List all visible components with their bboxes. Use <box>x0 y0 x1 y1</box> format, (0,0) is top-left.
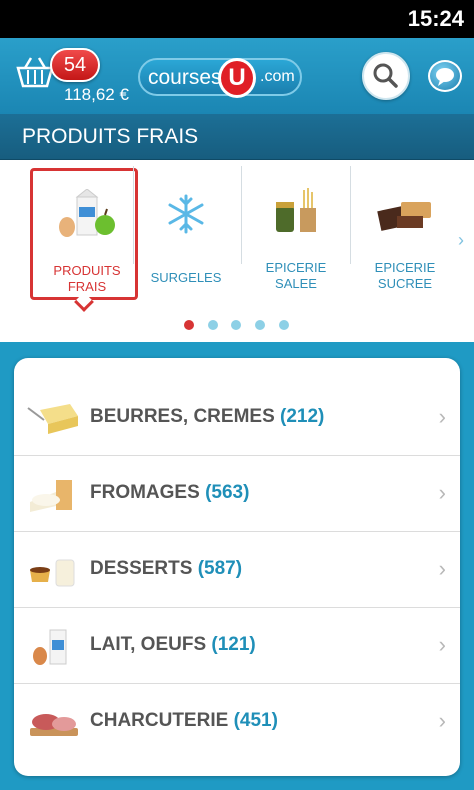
page-dot[interactable] <box>208 320 218 330</box>
page-dot[interactable] <box>184 320 194 330</box>
category-list: BEURRES, CREMES (212) › FROMAGES (563) ›… <box>14 358 460 776</box>
item-name: CHARCUTERIE <box>90 710 229 731</box>
item-name: FROMAGES <box>90 482 200 503</box>
chevron-right-icon: › <box>438 480 446 505</box>
active-indicator <box>74 292 94 312</box>
item-name: LAIT, OEUFS <box>90 634 207 655</box>
carousel-item-label: FRAIS <box>67 279 107 294</box>
item-count: (121) <box>211 634 256 655</box>
page-dot[interactable] <box>231 320 241 330</box>
pasta-jar-icon <box>264 186 328 242</box>
dessert-icon <box>26 548 82 592</box>
logo-u-icon: U <box>218 58 256 98</box>
chat-button[interactable] <box>428 60 462 92</box>
logo-text: courses <box>148 66 222 89</box>
list-item-desserts[interactable]: DESSERTS (587) › <box>14 532 460 608</box>
app-logo: courses U .com <box>138 58 302 98</box>
milk-eggs-icon <box>26 624 82 668</box>
category-carousel[interactable]: PRODUITS FRAIS SURGELES EPICERIE SALEE E… <box>0 160 474 342</box>
chevron-right-icon: › <box>438 556 446 581</box>
page-dot[interactable] <box>279 320 289 330</box>
chat-bubble-icon <box>436 68 454 86</box>
carousel-item-epicerie-salee[interactable]: EPICERIE SALEE <box>242 168 350 300</box>
chevron-right-icon: › <box>438 708 446 733</box>
cart-count-badge[interactable]: 54 <box>50 48 100 82</box>
carousel-item-label: SURGELES <box>150 270 222 285</box>
basket-icon[interactable] <box>16 56 54 90</box>
butter-icon <box>26 396 82 440</box>
item-name: BEURRES, CREMES <box>90 406 275 427</box>
page-dot[interactable] <box>255 320 265 330</box>
item-count: (587) <box>197 558 243 579</box>
cheese-icon <box>26 472 82 516</box>
page-title: PRODUITS FRAIS <box>22 125 199 148</box>
snowflake-icon <box>154 186 218 242</box>
carousel-item-label: PRODUITS <box>53 263 121 278</box>
list-item-fromages[interactable]: FROMAGES (563) › <box>14 456 460 532</box>
charcuterie-icon <box>26 700 82 744</box>
item-count: (212) <box>280 406 325 427</box>
chevron-right-icon: › <box>438 404 446 429</box>
chevron-right-icon: › <box>438 632 446 657</box>
cart-total: 118,62 € <box>64 85 129 104</box>
section-header: PRODUITS FRAIS <box>0 114 474 160</box>
logo-domain: .com <box>260 68 295 85</box>
search-icon <box>373 63 398 88</box>
item-count: (451) <box>233 710 278 731</box>
list-item-charcuterie[interactable]: CHARCUTERIE (451) › <box>14 684 460 760</box>
carousel-item-produits-frais[interactable]: PRODUITS FRAIS <box>30 168 138 312</box>
clock: 15:24 <box>407 6 464 31</box>
carousel-item-label: EPICERIE <box>374 260 436 275</box>
carousel-item-label: SUCREE <box>377 276 433 291</box>
search-button[interactable] <box>362 52 410 100</box>
carousel-item-epicerie-sucree[interactable]: EPICERIE SUCREE <box>351 168 459 300</box>
item-count: (563) <box>205 482 250 503</box>
status-bar: 15:24 <box>0 0 474 38</box>
chevron-right-icon[interactable]: › <box>458 230 464 251</box>
milk-apple-icon <box>55 188 119 245</box>
carousel-item-label: EPICERIE <box>265 260 327 275</box>
list-item-beurres-cremes[interactable]: BEURRES, CREMES (212) › <box>14 380 460 456</box>
carousel-item-label: SALEE <box>275 276 317 291</box>
list-item-lait-oeufs[interactable]: LAIT, OEUFS (121) › <box>14 608 460 684</box>
chocolate-biscuit-icon <box>373 186 437 242</box>
carousel-item-surgeles[interactable]: SURGELES <box>132 168 240 300</box>
item-name: DESSERTS <box>90 558 193 579</box>
